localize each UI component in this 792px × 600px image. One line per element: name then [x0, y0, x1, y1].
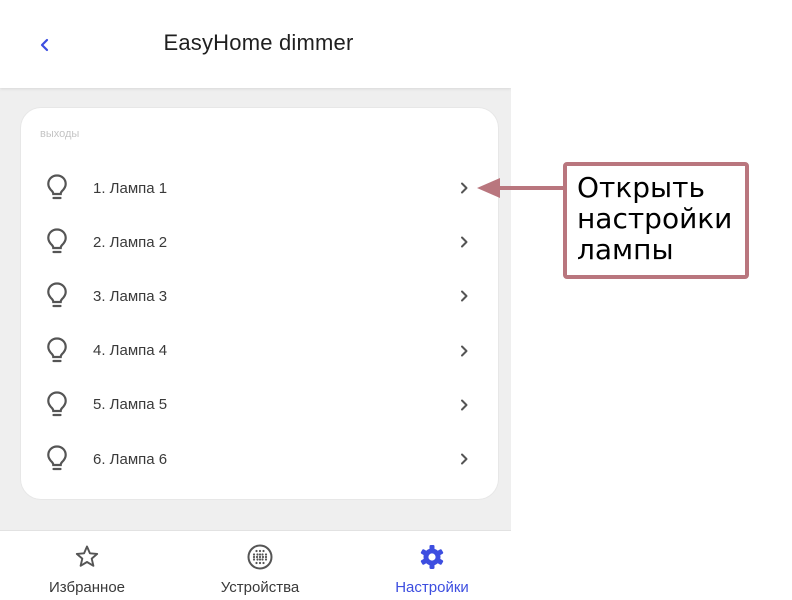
chevron-right-icon [461, 399, 468, 411]
lamp-label: 3. Лампа 3 [93, 287, 168, 305]
list-item-lamp-3[interactable]: 3. Лампа 3 [21, 269, 498, 323]
nav-label-favorites: Избранное [48, 579, 126, 596]
chevron-right-icon [461, 182, 468, 194]
bottom-nav: Избранное Устройства Настройки [0, 530, 511, 600]
chevron-right-icon [461, 236, 468, 248]
outputs-list: 1. Лампа 1 2. Лампа 2 3. Лампа 3 4. Ламп… [21, 161, 498, 486]
star-icon [75, 545, 99, 567]
list-item-lamp-4[interactable]: 4. Лампа 4 [21, 324, 498, 378]
chevron-right-icon [461, 290, 468, 302]
outputs-card: выходы 1. Лампа 1 2. Лампа 2 3. Лампа 3 … [21, 108, 498, 499]
nav-label-settings: Настройки [395, 579, 469, 596]
list-item-lamp-6[interactable]: 6. Лампа 6 [21, 432, 498, 486]
annotation-text: Открыть настройки лампы [577, 171, 733, 266]
lamp-label: 6. Лампа 6 [93, 450, 168, 468]
devices-grid-icon [247, 544, 273, 570]
annotation-arrow [477, 178, 568, 198]
lamp-label: 1. Лампа 1 [93, 179, 168, 197]
lightbulb-icon [47, 282, 67, 308]
section-label-outputs: выходы [40, 128, 80, 140]
gear-icon [420, 545, 444, 569]
nav-tab-devices[interactable]: Устройства [175, 531, 345, 600]
chevron-right-icon [461, 453, 468, 465]
lamp-label: 5. Лампа 5 [93, 396, 168, 414]
lightbulb-icon [47, 391, 67, 416]
chevron-right-icon [461, 345, 468, 357]
page-title: EasyHome dimmer [163, 30, 354, 55]
lamp-label: 2. Лампа 2 [93, 233, 168, 251]
lightbulb-icon [47, 336, 67, 362]
lightbulb-icon [47, 174, 67, 200]
app-header: EasyHome dimmer [0, 0, 511, 88]
lightbulb-icon [47, 445, 67, 471]
lightbulb-icon [47, 228, 67, 254]
annotation-callout: Открыть настройки лампы [563, 162, 749, 279]
list-item-lamp-2[interactable]: 2. Лампа 2 [21, 215, 498, 269]
phone-screen: EasyHome dimmer выходы 1. Лампа 1 2. Лам… [0, 0, 511, 600]
list-item-lamp-1[interactable]: 1. Лампа 1 [21, 161, 498, 215]
lamp-label: 4. Лампа 4 [93, 342, 168, 360]
nav-tab-settings[interactable]: Настройки [347, 531, 511, 600]
list-item-lamp-5[interactable]: 5. Лампа 5 [21, 378, 498, 432]
nav-tab-favorites[interactable]: Избранное [2, 531, 172, 600]
nav-label-devices: Устройства [220, 579, 300, 596]
